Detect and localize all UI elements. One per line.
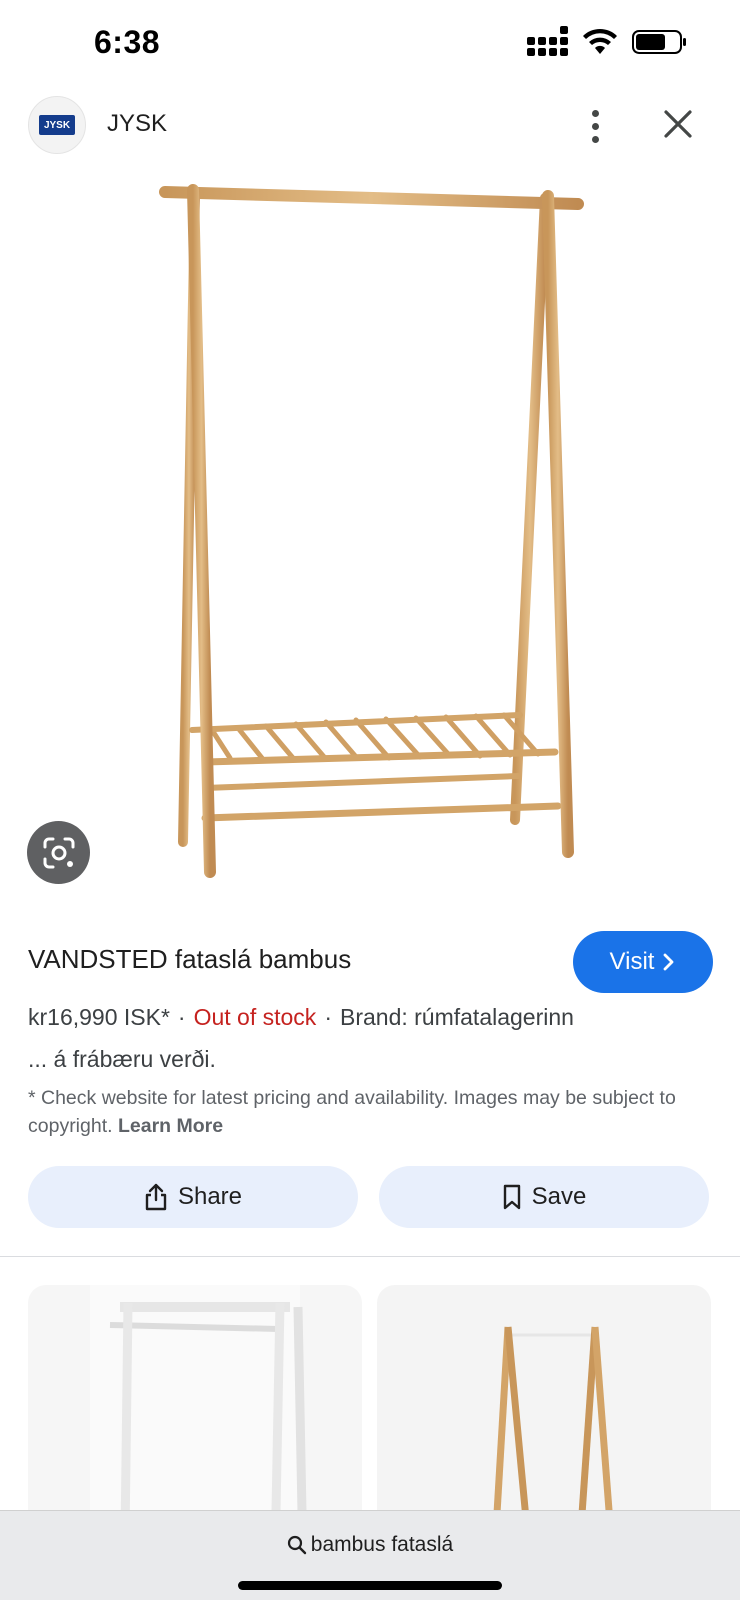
share-label: Share: [177, 1183, 243, 1210]
share-button[interactable]: Share: [28, 1166, 358, 1228]
learn-more-link[interactable]: Learn More: [118, 1115, 223, 1137]
jysk-logo: JYSK: [39, 115, 75, 135]
product-image[interactable]: [0, 170, 740, 900]
home-indicator[interactable]: [238, 1581, 502, 1590]
close-icon[interactable]: [660, 106, 696, 142]
result-header: JYSK JYSK: [0, 96, 740, 156]
visit-label: Visit: [609, 948, 655, 975]
status-time: 6:38: [94, 24, 161, 60]
more-options-icon[interactable]: [580, 106, 610, 146]
battery-icon: [632, 28, 688, 56]
disclaimer: * Check website for latest pricing and a…: [28, 1084, 718, 1140]
product-title: VANDSTED fataslá bambus: [28, 944, 352, 974]
stock-status: Out of stock: [193, 1004, 317, 1030]
site-name[interactable]: JYSK: [107, 110, 167, 138]
price-line: kr16,990 ISK* · Out of stock · Brand: rúmfat…: [28, 1004, 574, 1030]
save-button[interactable]: Save: [379, 1166, 709, 1228]
site-logo[interactable]: JYSK: [28, 96, 86, 154]
search-query-display[interactable]: bambus fataslá: [0, 1533, 740, 1557]
search-icon: [287, 1535, 306, 1555]
cellular-signal-icon: [527, 26, 568, 56]
share-icon: [145, 1183, 167, 1211]
chevron-right-icon: [664, 953, 674, 971]
price: kr16,990 ISK*: [28, 1004, 170, 1030]
visit-button[interactable]: Visit: [573, 931, 713, 993]
bookmark-icon: [503, 1184, 520, 1210]
google-lens-icon[interactable]: [27, 821, 90, 884]
search-query: bambus fataslá: [310, 1533, 454, 1556]
status-bar: 6:38: [0, 0, 740, 90]
product-snippet: ... á frábæru verði.: [28, 1046, 216, 1072]
wifi-icon: [582, 28, 618, 56]
brand: Brand: rúmfatalagerinn: [339, 1004, 574, 1030]
bottom-search-bar[interactable]: bambus fataslá: [0, 1510, 740, 1600]
save-label: Save: [531, 1183, 587, 1210]
status-icons: [527, 26, 688, 56]
divider: [0, 1256, 740, 1257]
